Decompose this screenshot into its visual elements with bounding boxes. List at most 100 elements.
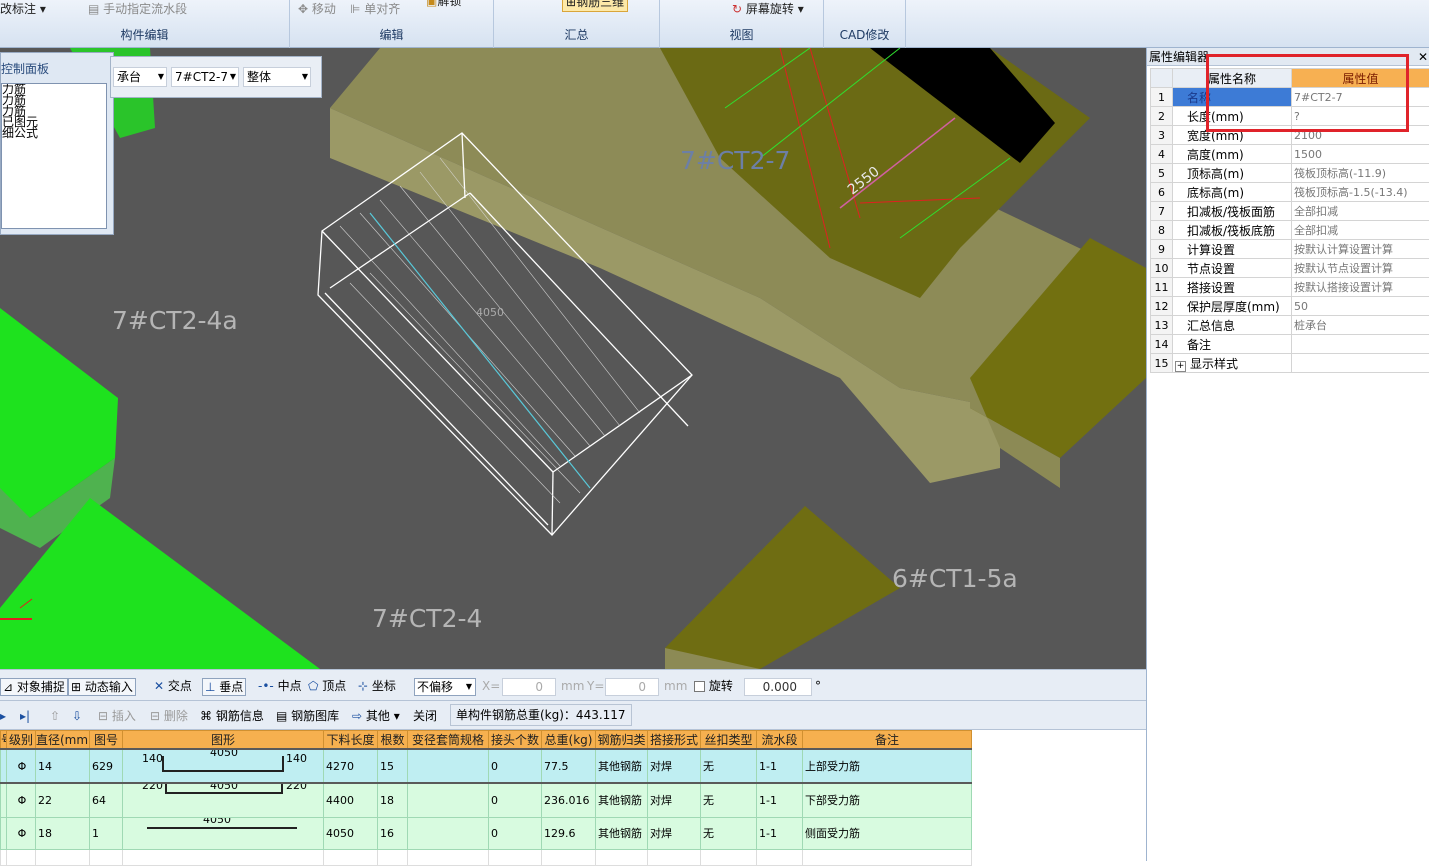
table-row[interactable]: Φ 22 64 220 4050 220 4400 18 0 236.016 其…	[1, 783, 972, 817]
figure-cell[interactable]: 1	[90, 817, 123, 849]
figure-cell[interactable]: 629	[90, 749, 123, 783]
type-select[interactable]: 承台▼	[113, 67, 167, 87]
length-cell[interactable]: 4400	[324, 783, 378, 817]
y-input[interactable]: 0	[605, 678, 659, 696]
count-cell[interactable]: 15	[378, 749, 408, 783]
property-value[interactable]: 50	[1292, 297, 1429, 316]
thread-cell[interactable]: 无	[701, 783, 757, 817]
weight-cell[interactable]: 77.5	[542, 749, 596, 783]
property-row[interactable]: 15+显示样式	[1151, 354, 1429, 373]
control-item[interactable]: 细公式	[2, 128, 106, 139]
dynamic-input-toggle[interactable]: ⊞ 动态输入	[68, 678, 136, 696]
shape-cell[interactable]: 4050	[123, 817, 324, 849]
grade-cell[interactable]: Φ	[7, 783, 36, 817]
unlock-button[interactable]: ▣解锁	[426, 0, 461, 10]
category-cell[interactable]: 其他钢筋	[596, 749, 648, 783]
flow-cell[interactable]: 1-1	[757, 817, 803, 849]
delete-button[interactable]: ⊟ 删除	[150, 707, 188, 725]
prev-icon[interactable]: ▸	[0, 707, 6, 725]
lap-cell[interactable]: 对焊	[648, 749, 701, 783]
diameter-cell[interactable]: 18	[36, 817, 90, 849]
insert-button[interactable]: ⊟ 插入	[98, 707, 136, 725]
screen-rotate-button[interactable]: ↻ 屏幕旋转 ▾	[732, 0, 804, 18]
modify-mark-button[interactable]: 改标注 ▾	[0, 0, 46, 18]
shape-cell[interactable]: 220 4050 220	[123, 783, 324, 817]
thread-cell[interactable]: 无	[701, 749, 757, 783]
property-value[interactable]	[1292, 354, 1429, 373]
property-row[interactable]: 4高度(mm)1500	[1151, 145, 1429, 164]
sleeve-cell[interactable]	[408, 749, 489, 783]
thread-cell[interactable]: 无	[701, 817, 757, 849]
scope-select[interactable]: 整体▼	[243, 67, 311, 87]
property-value[interactable]: 桩承台	[1292, 316, 1429, 335]
perpendicular-toggle[interactable]: ⊥ 垂点	[202, 678, 246, 696]
joints-cell[interactable]: 0	[489, 749, 542, 783]
property-value[interactable]: 全部扣减	[1292, 221, 1429, 240]
rebar-library-button[interactable]: ▤ 钢筋图库	[276, 707, 339, 725]
close-button[interactable]: 关闭	[413, 707, 437, 725]
grade-cell[interactable]: Φ	[7, 749, 36, 783]
other-button[interactable]: ⇨ 其他 ▾	[352, 707, 400, 725]
property-row[interactable]: 14备注	[1151, 335, 1429, 354]
flow-cell[interactable]: 1-1	[757, 783, 803, 817]
vertex-toggle[interactable]: ⬠ 顶点	[306, 678, 348, 696]
last-icon[interactable]: ▸|	[20, 707, 30, 725]
rotate-checkbox[interactable]: 旋转	[692, 678, 735, 696]
offset-select[interactable]: 不偏移▼	[414, 678, 476, 696]
move-down-icon[interactable]: ⇩	[72, 707, 82, 725]
note-cell[interactable]: 下部受力筋	[803, 783, 972, 817]
count-cell[interactable]: 16	[378, 817, 408, 849]
property-row[interactable]: 12保护层厚度(mm)50	[1151, 297, 1429, 316]
length-cell[interactable]: 4270	[324, 749, 378, 783]
move-up-icon[interactable]: ⇧	[50, 707, 60, 725]
rotate-input[interactable]: 0.000	[744, 678, 812, 696]
weight-cell[interactable]: 236.016	[542, 783, 596, 817]
manual-flow-button[interactable]: ▤ 手动指定流水段	[88, 0, 187, 18]
rebar-3d-button[interactable]: ⊞钢筋三维	[562, 0, 628, 12]
lap-cell[interactable]: 对焊	[648, 783, 701, 817]
property-value[interactable]	[1292, 335, 1429, 354]
flow-cell[interactable]: 1-1	[757, 749, 803, 783]
move-button[interactable]: ✥ 移动	[298, 0, 336, 18]
midpoint-toggle[interactable]: -•- 中点	[256, 678, 304, 696]
expand-plus-icon[interactable]: +	[1175, 361, 1186, 372]
length-cell[interactable]: 4050	[324, 817, 378, 849]
property-name-expandable[interactable]: +显示样式	[1173, 354, 1292, 373]
property-value[interactable]: 筏板顶标高(-11.9)	[1292, 164, 1429, 183]
table-row-empty[interactable]	[1, 849, 972, 865]
property-row[interactable]: 5顶标高(m)筏板顶标高(-11.9)	[1151, 164, 1429, 183]
property-value[interactable]: 筏板顶标高-1.5(-13.4)	[1292, 183, 1429, 202]
property-value[interactable]: 全部扣减	[1292, 202, 1429, 221]
name-select[interactable]: 7#CT2-7▼	[171, 67, 239, 87]
joints-cell[interactable]: 0	[489, 783, 542, 817]
rebar-info-button[interactable]: ⌘ 钢筋信息	[200, 707, 264, 725]
object-snap-toggle[interactable]: ⊿ 对象捕捉	[0, 678, 68, 696]
weight-cell[interactable]: 129.6	[542, 817, 596, 849]
category-cell[interactable]: 其他钢筋	[596, 783, 648, 817]
count-cell[interactable]: 18	[378, 783, 408, 817]
checkbox-icon[interactable]	[694, 681, 705, 692]
note-cell[interactable]: 上部受力筋	[803, 749, 972, 783]
grade-cell[interactable]: Φ	[7, 817, 36, 849]
table-row[interactable]: Φ 18 1 4050 4050 16 0 129.6 其他钢筋 对焊 无 1-…	[1, 817, 972, 849]
align-button[interactable]: ⊫ 单对齐	[350, 0, 400, 18]
sleeve-cell[interactable]	[408, 817, 489, 849]
x-input[interactable]: 0	[502, 678, 556, 696]
property-row[interactable]: 10节点设置按默认节点设置计算	[1151, 259, 1429, 278]
category-cell[interactable]: 其他钢筋	[596, 817, 648, 849]
property-value[interactable]: 按默认搭接设置计算	[1292, 278, 1429, 297]
property-value[interactable]: 按默认节点设置计算	[1292, 259, 1429, 278]
coordinate-toggle[interactable]: ⊹ 坐标	[356, 678, 398, 696]
joints-cell[interactable]: 0	[489, 817, 542, 849]
diameter-cell[interactable]: 22	[36, 783, 90, 817]
lap-cell[interactable]: 对焊	[648, 817, 701, 849]
property-row[interactable]: 11搭接设置按默认搭接设置计算	[1151, 278, 1429, 297]
shape-cell[interactable]: 140 4050 140	[123, 749, 324, 783]
diameter-cell[interactable]: 14	[36, 749, 90, 783]
property-value[interactable]: 按默认计算设置计算	[1292, 240, 1429, 259]
3d-viewport[interactable]: 7#CT2-7 7#CT2-4a 7#CT2-4 6#CT1-5a 2550 4…	[0, 48, 1146, 669]
note-cell[interactable]: 侧面受力筋	[803, 817, 972, 849]
table-row[interactable]: Φ 14 629 140 4050 140 4270 15 0 77.5 其他钢…	[1, 749, 972, 783]
intersection-toggle[interactable]: ✕ 交点	[152, 678, 194, 696]
figure-cell[interactable]: 64	[90, 783, 123, 817]
